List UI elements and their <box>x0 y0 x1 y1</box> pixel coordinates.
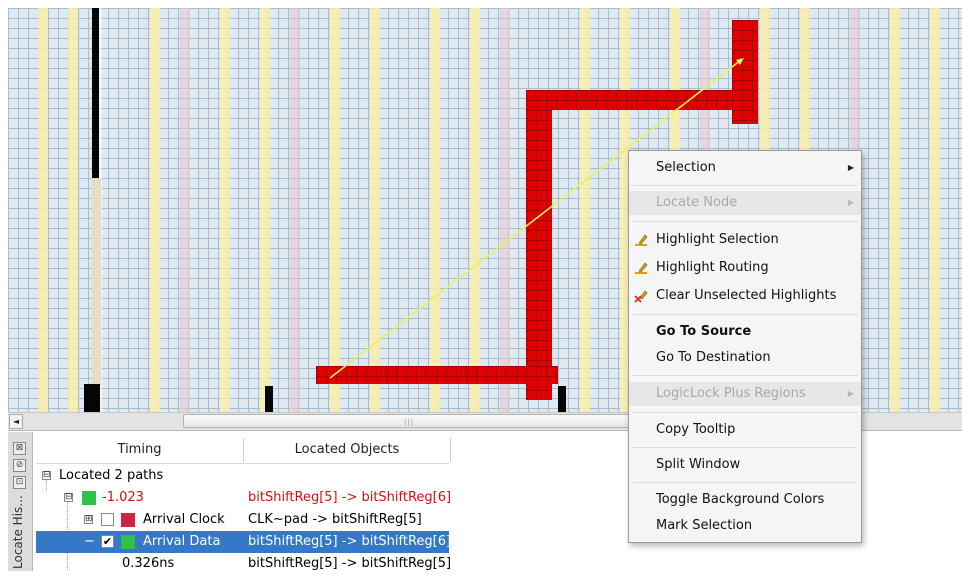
visibility-checkbox[interactable] <box>101 513 114 526</box>
menu-item-label: Go To Destination <box>656 350 771 365</box>
menu-item-highlight-selection[interactable]: Highlight Selection <box>629 228 861 252</box>
submenu-arrow-icon: ▶ <box>847 198 854 207</box>
panel-side-bar: ⊠ ⊘ ⊡ Locate His... <box>8 432 33 571</box>
menu-item-label: Go To Source <box>656 324 752 339</box>
delay-value: 0.326ns <box>122 556 175 571</box>
column-header-located-objects[interactable]: Located Objects <box>244 438 451 462</box>
located-object: bitShiftReg[5] -> bitShiftReg[6] <box>248 534 452 549</box>
timing-label: Arrival Clock <box>143 512 225 527</box>
eraser-icon <box>634 290 648 303</box>
menu-item-label: Toggle Background Colors <box>656 492 825 507</box>
menu-item-label: Locate Node <box>656 195 738 210</box>
scroll-left-arrow-icon[interactable]: ◄ <box>9 414 23 429</box>
scroll-thumb[interactable]: ||| <box>183 414 643 428</box>
tree-root-row[interactable]: ⊟ Located 2 paths <box>36 465 449 487</box>
menu-item-go-to-source[interactable]: Go To Source <box>629 320 861 344</box>
menu-separator <box>633 482 857 483</box>
menu-separator <box>633 412 857 413</box>
menu-item-go-to-destination[interactable]: Go To Destination <box>629 346 861 370</box>
menu-item-highlight-routing[interactable]: Highlight Routing <box>629 256 861 280</box>
menu-separator <box>633 314 857 315</box>
menu-item-label: Copy Tooltip <box>656 422 736 437</box>
menu-item-toggle-background-colors[interactable]: Toggle Background Colors <box>629 488 861 512</box>
path-color-swatch <box>121 535 135 549</box>
located-object: bitShiftReg[5] -> bitShiftReg[5] <box>248 556 452 571</box>
menu-item-logiclock-plus-regions[interactable]: LogicLock Plus Regions ▶ <box>629 382 861 406</box>
path-color-swatch <box>82 491 96 505</box>
expand-icon[interactable]: ⊞ <box>84 515 93 524</box>
highlighter-icon <box>635 262 648 274</box>
root-label: Located 2 paths <box>59 468 164 483</box>
menu-item-selection[interactable]: Selection ▶ <box>629 156 861 180</box>
header-divider <box>36 463 449 464</box>
menu-separator <box>633 185 857 186</box>
menu-item-label: Mark Selection <box>656 518 753 533</box>
panel-title: Locate His... <box>11 495 25 569</box>
menu-item-locate-node[interactable]: Locate Node ▶ <box>629 191 861 215</box>
menu-item-split-window[interactable]: Split Window <box>629 453 861 477</box>
timing-label: Arrival Data <box>143 534 221 549</box>
menu-item-label: Clear Unselected Highlights <box>656 288 837 303</box>
highlighter-icon <box>635 234 648 246</box>
menu-item-label: Selection <box>656 160 716 175</box>
path-color-swatch <box>121 513 135 527</box>
menu-separator <box>633 375 857 376</box>
visibility-checkbox[interactable]: ✔ <box>101 535 114 548</box>
menu-item-mark-selection[interactable]: Mark Selection <box>629 514 861 538</box>
menu-separator <box>633 447 857 448</box>
context-menu: Selection ▶ Locate Node ▶ Highlight Sele… <box>628 150 862 543</box>
table-row-selected[interactable]: − ✔ Arrival Data bitShiftReg[5] -> bitSh… <box>36 531 452 553</box>
collapse-icon[interactable]: − <box>84 531 95 553</box>
menu-item-copy-tooltip[interactable]: Copy Tooltip <box>629 418 861 442</box>
slack-value: -1.023 <box>102 490 144 505</box>
menu-item-label: Highlight Routing <box>656 260 769 275</box>
menu-item-label: LogicLock Plus Regions <box>656 386 806 401</box>
located-object: bitShiftReg[5] -> bitShiftReg[6] <box>248 490 452 505</box>
located-object: CLK~pad -> bitShiftReg[5] <box>248 512 422 527</box>
collapse-icon[interactable]: ⊟ <box>42 471 51 480</box>
grip-icon: ||| <box>404 418 415 426</box>
menu-item-clear-unselected-highlights[interactable]: Clear Unselected Highlights <box>629 284 861 308</box>
menu-separator <box>633 221 857 222</box>
submenu-arrow-icon: ▶ <box>847 389 854 398</box>
submenu-arrow-icon: ▶ <box>847 163 854 172</box>
table-row[interactable]: ⊞ Arrival Clock CLK~pad -> bitShiftReg[5… <box>36 509 449 531</box>
menu-item-label: Highlight Selection <box>656 232 779 247</box>
collapse-icon[interactable]: ⊟ <box>64 493 73 502</box>
menu-item-label: Split Window <box>656 457 741 472</box>
table-row[interactable]: ⊟ -1.023 bitShiftReg[5] -> bitShiftReg[6… <box>36 487 452 509</box>
table-row[interactable]: 0.326ns bitShiftReg[5] -> bitShiftReg[5] <box>36 553 452 575</box>
column-header-timing[interactable]: Timing <box>36 438 244 462</box>
